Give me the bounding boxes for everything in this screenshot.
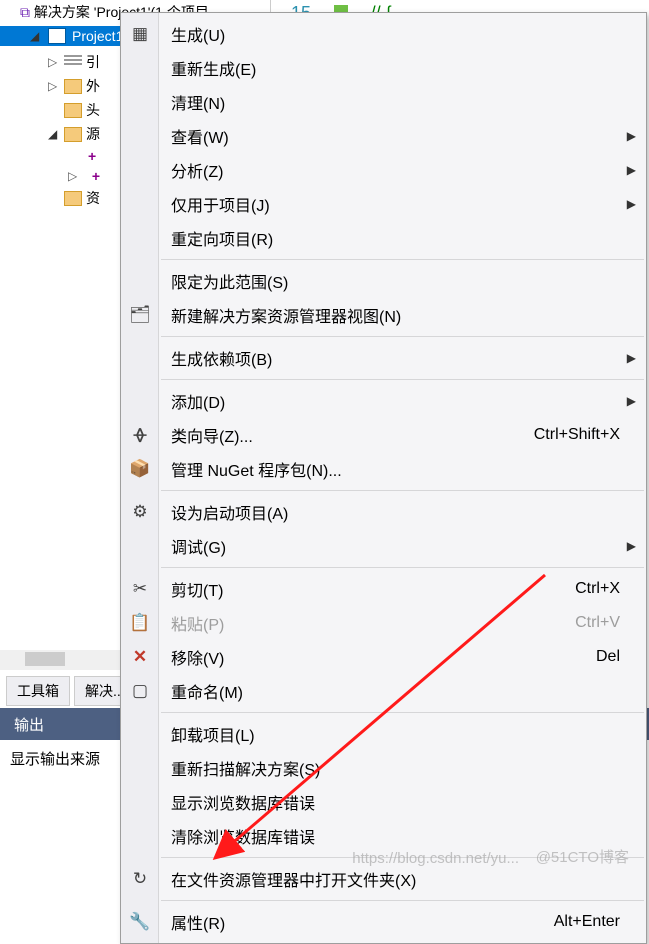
shortcut-text: Alt+Enter bbox=[554, 913, 620, 931]
menu-separator bbox=[161, 336, 644, 337]
panel-tabs: 工具箱 解决... bbox=[6, 676, 136, 706]
gear-icon: ⚙ bbox=[129, 502, 151, 522]
menu-rescan[interactable]: 重新扫描解决方案(S) bbox=[121, 751, 646, 785]
scissors-icon: ✂ bbox=[129, 579, 151, 599]
submenu-arrow-icon: ▶ bbox=[627, 351, 636, 365]
menu-add[interactable]: 添加(D)▶ bbox=[121, 384, 646, 418]
menu-separator bbox=[161, 567, 644, 568]
menu-rename[interactable]: ▢重命名(M) bbox=[121, 674, 646, 708]
menu-class-wizard[interactable]: ᚖ类向导(Z)...Ctrl+Shift+X bbox=[121, 418, 646, 452]
watermark: https://blog.csdn.net/yu... bbox=[352, 850, 519, 867]
menu-separator bbox=[161, 379, 644, 380]
folder-icon bbox=[64, 191, 82, 206]
submenu-arrow-icon: ▶ bbox=[627, 129, 636, 143]
submenu-arrow-icon: ▶ bbox=[627, 394, 636, 408]
new-view-icon: 🗂 bbox=[129, 305, 151, 325]
submenu-arrow-icon: ▶ bbox=[627, 197, 636, 211]
rename-icon: ▢ bbox=[129, 681, 151, 701]
remove-icon: ✕ bbox=[129, 647, 151, 667]
open-folder-icon: ↻ bbox=[129, 869, 151, 889]
expand-arrow-icon[interactable]: ◢ bbox=[30, 29, 42, 43]
watermark: @51CTO博客 bbox=[536, 846, 629, 867]
menu-retarget[interactable]: 重定向项目(R) bbox=[121, 221, 646, 255]
menu-cut[interactable]: ✂剪切(T)Ctrl+X bbox=[121, 572, 646, 606]
shortcut-text: Ctrl+Shift+X bbox=[534, 426, 620, 444]
project-icon bbox=[48, 28, 66, 44]
menu-separator bbox=[161, 490, 644, 491]
folder-icon bbox=[64, 103, 82, 118]
menu-new-explorer[interactable]: 🗂新建解决方案资源管理器视图(N) bbox=[121, 298, 646, 332]
build-icon: ▦ bbox=[129, 24, 151, 44]
folder-icon bbox=[64, 127, 82, 142]
menu-open-folder[interactable]: ↻在文件资源管理器中打开文件夹(X) bbox=[121, 862, 646, 896]
references-icon bbox=[64, 55, 82, 69]
menu-set-startup[interactable]: ⚙设为启动项目(A) bbox=[121, 495, 646, 529]
context-menu: ▦生成(U) 重新生成(E) 清理(N) 查看(W)▶ 分析(Z)▶ 仅用于项目… bbox=[120, 12, 647, 944]
menu-scope[interactable]: 限定为此范围(S) bbox=[121, 264, 646, 298]
tab-toolbox[interactable]: 工具箱 bbox=[6, 676, 70, 706]
menu-build[interactable]: ▦生成(U) bbox=[121, 17, 646, 51]
menu-build-deps[interactable]: 生成依赖项(B)▶ bbox=[121, 341, 646, 375]
class-wizard-icon: ᚖ bbox=[129, 425, 151, 445]
project-name: Project1 bbox=[72, 28, 123, 44]
scrollbar-thumb[interactable] bbox=[25, 652, 65, 666]
menu-debug[interactable]: 调试(G)▶ bbox=[121, 529, 646, 563]
menu-separator bbox=[161, 712, 644, 713]
nuget-icon: 📦 bbox=[129, 459, 151, 479]
menu-properties[interactable]: 🔧属性(R)Alt+Enter bbox=[121, 905, 646, 939]
shortcut-text: Del bbox=[596, 648, 620, 666]
menu-rebuild[interactable]: 重新生成(E) bbox=[121, 51, 646, 85]
menu-analyze[interactable]: 分析(Z)▶ bbox=[121, 153, 646, 187]
cpp-file-icon: + bbox=[92, 168, 100, 184]
menu-clean[interactable]: 清理(N) bbox=[121, 85, 646, 119]
shortcut-text: Ctrl+X bbox=[575, 580, 620, 598]
output-source-label: 显示输出来源 bbox=[10, 748, 100, 769]
menu-nuget[interactable]: 📦管理 NuGet 程序包(N)... bbox=[121, 452, 646, 486]
folder-icon bbox=[64, 79, 82, 94]
submenu-arrow-icon: ▶ bbox=[627, 539, 636, 553]
shortcut-text: Ctrl+V bbox=[575, 614, 620, 632]
menu-project-only[interactable]: 仅用于项目(J)▶ bbox=[121, 187, 646, 221]
menu-remove[interactable]: ✕移除(V)Del bbox=[121, 640, 646, 674]
cpp-file-icon: + bbox=[88, 148, 96, 164]
menu-paste: 📋粘贴(P)Ctrl+V bbox=[121, 606, 646, 640]
menu-separator bbox=[161, 900, 644, 901]
menu-browse-db-err[interactable]: 显示浏览数据库错误 bbox=[121, 785, 646, 819]
clipboard-icon: 📋 bbox=[129, 613, 151, 633]
menu-unload[interactable]: 卸载项目(L) bbox=[121, 717, 646, 751]
wrench-icon: 🔧 bbox=[129, 912, 151, 932]
submenu-arrow-icon: ▶ bbox=[627, 163, 636, 177]
horizontal-scrollbar[interactable] bbox=[0, 650, 120, 670]
menu-separator bbox=[161, 259, 644, 260]
menu-view[interactable]: 查看(W)▶ bbox=[121, 119, 646, 153]
